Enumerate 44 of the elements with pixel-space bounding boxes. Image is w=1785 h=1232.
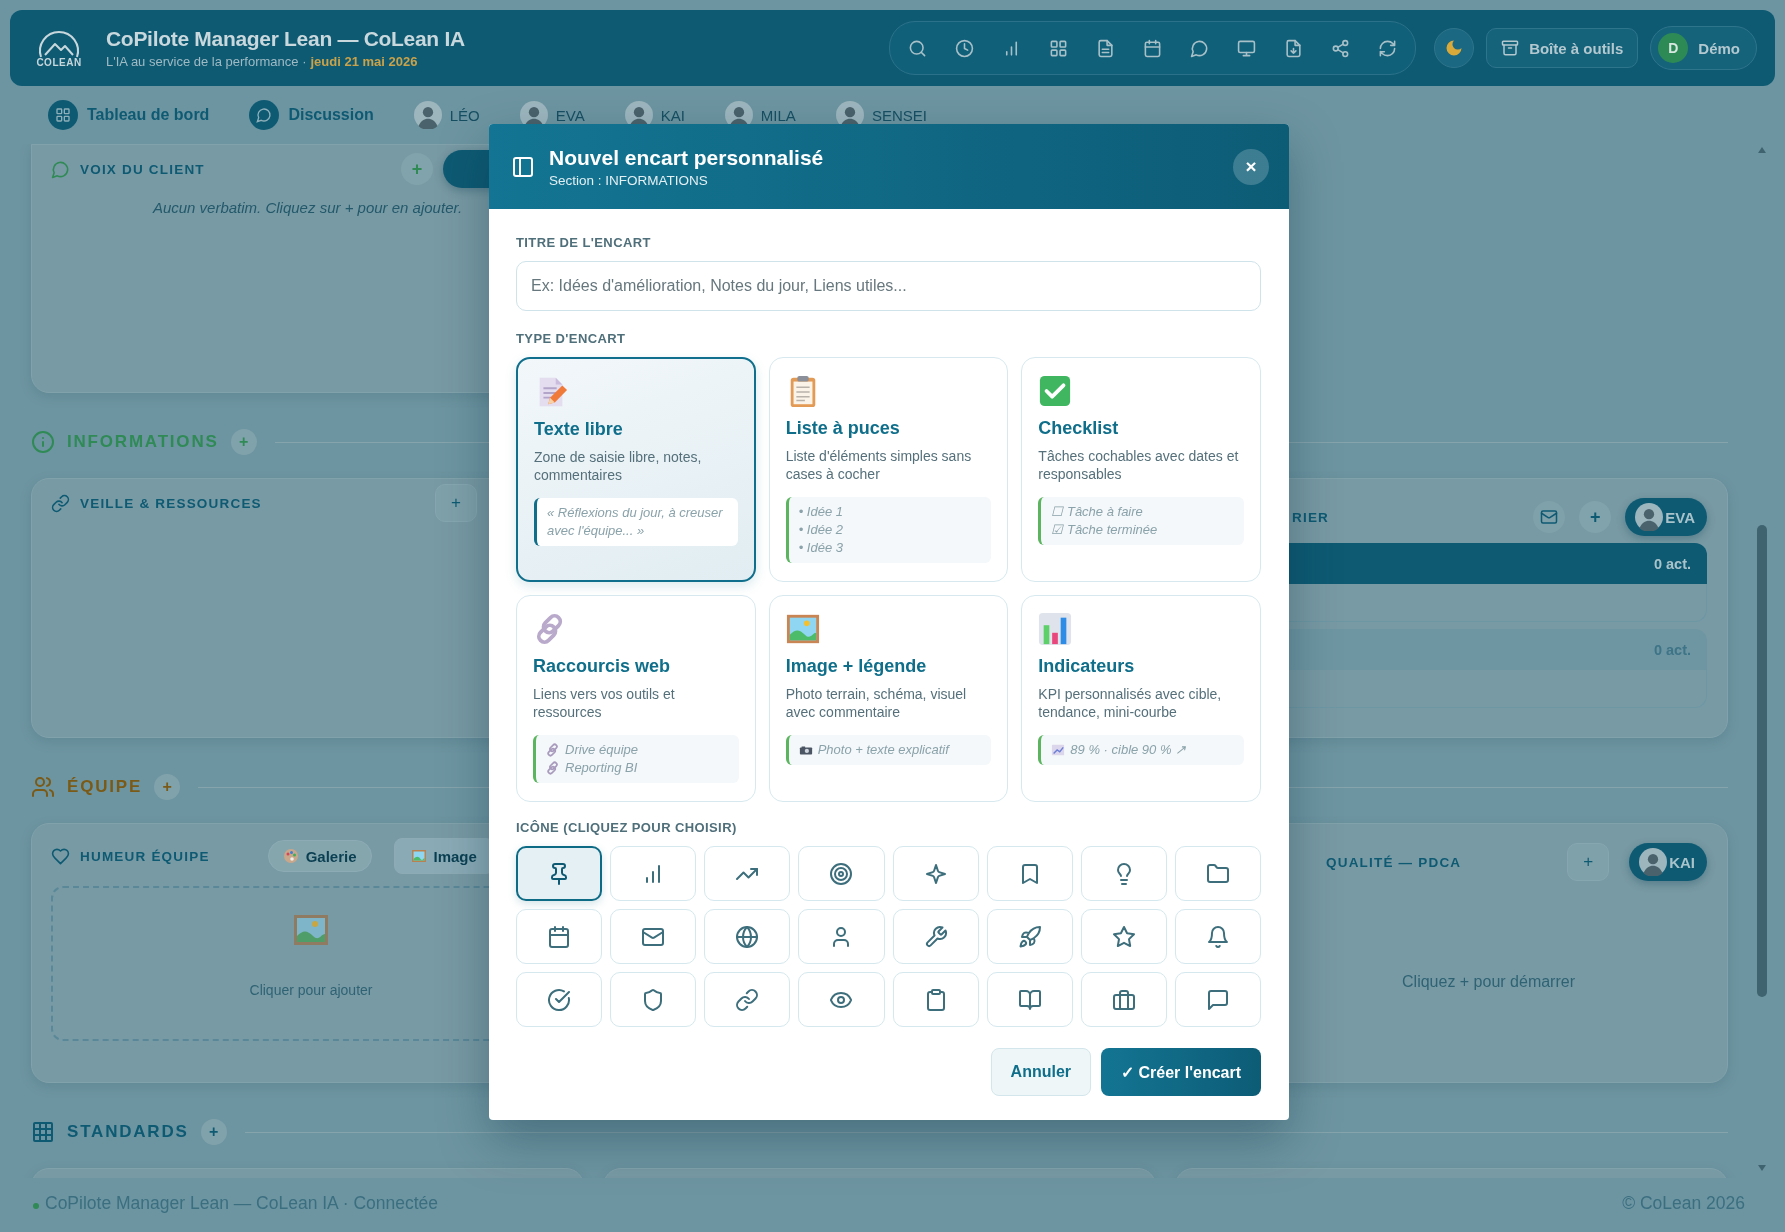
card-title: VOIX DU CLIENT (80, 161, 205, 177)
drop-hint: Cliquer pour ajouter (249, 982, 373, 998)
add-button[interactable]: + (200, 1119, 227, 1145)
add-button[interactable]: + (1579, 501, 1612, 533)
owner-pill[interactable]: KAI (1629, 843, 1707, 881)
title-field[interactable]: Ex: Idées d'amélioration, Notes du jour, Liens utiles... (516, 261, 1261, 311)
type-card[interactable]: Checklist Tâches cochables avec dates et responsables ☐ Tâche à faire ☑ Tâche terminée (1021, 357, 1261, 582)
user-button[interactable]: D Démo (1650, 26, 1757, 70)
create-button[interactable]: ✓ Créer l'encart (1101, 1048, 1261, 1096)
add-button[interactable]: + (154, 774, 181, 800)
app-title: CoPilote Manager Lean — CoLean IA (106, 27, 465, 51)
card-title: VEILLE & RESSOURCES (80, 495, 262, 511)
cancel-button[interactable]: Annuler (990, 1048, 1092, 1096)
card-title: HUMEUR ÉQUIPE (80, 848, 210, 864)
type-card[interactable]: Image + légende Photo terrain, schéma, visuel avec commentaire Photo + texte explicatif (768, 595, 1009, 802)
add-button[interactable]: + (1567, 843, 1610, 881)
date: jeudi 21 mai 2026 (310, 54, 418, 69)
tagline: L'IA au service de la performance · (106, 54, 307, 69)
logo-text: COLEAN (36, 56, 82, 68)
nav-tab[interactable]: Tableau de bord (48, 100, 210, 130)
field-label: TYPE D'ENCART (516, 331, 627, 346)
dialog-subtitle: Section : INFORMATIONS (549, 172, 709, 188)
type-card[interactable]: Texte libre Zone de saisie libre, notes, commentaires « Réflexions du jour, à creuser avec l'équipe... » (516, 357, 756, 582)
card-title: QUALITÉ — PDCA (1325, 854, 1462, 870)
section-title: INFORMATIONS (67, 432, 219, 452)
owner-pill[interactable]: EVA (1625, 498, 1707, 536)
close-button[interactable]: × (1233, 148, 1269, 185)
toolbox-button[interactable]: Boîte à outils (1486, 28, 1639, 68)
empty-message: Aucun verbatim. Cliquez sur + pour en ajouter. (151, 199, 464, 216)
card-title: RIER (1291, 509, 1330, 525)
dialog-title: Nouvel encart personnalisé (549, 145, 824, 170)
nav-tab[interactable]: Discussion (249, 100, 374, 130)
gallery-button[interactable]: Galerie (267, 840, 372, 872)
empty-message: Cliquez + pour démarrer (1401, 973, 1576, 991)
section-title: ÉQUIPE (67, 777, 143, 797)
field-label: TITRE DE L'ENCART (516, 235, 652, 250)
nav-tab[interactable]: LÉO (413, 101, 480, 129)
field-label: ICÔNE (CLIQUEZ POUR CHOISIR) (516, 820, 738, 835)
section-title: STANDARDS (67, 1122, 189, 1142)
add-button[interactable]: + (435, 484, 477, 522)
type-card[interactable]: Indicateurs KPI personnalisés avec cible, tendance, mini-courbe 89 % · cible 90 % ↗ (1021, 595, 1261, 802)
user-avatar: D (1658, 33, 1689, 63)
type-card[interactable]: Liste à puces Liste d'éléments simples sans cases à cocher • Idée 1 • Idée 2 • Idée 3 (768, 357, 1009, 582)
type-card[interactable]: Raccourcis web Liens vers vos outils et ressources Drive équipe Reporting BI (516, 595, 756, 802)
